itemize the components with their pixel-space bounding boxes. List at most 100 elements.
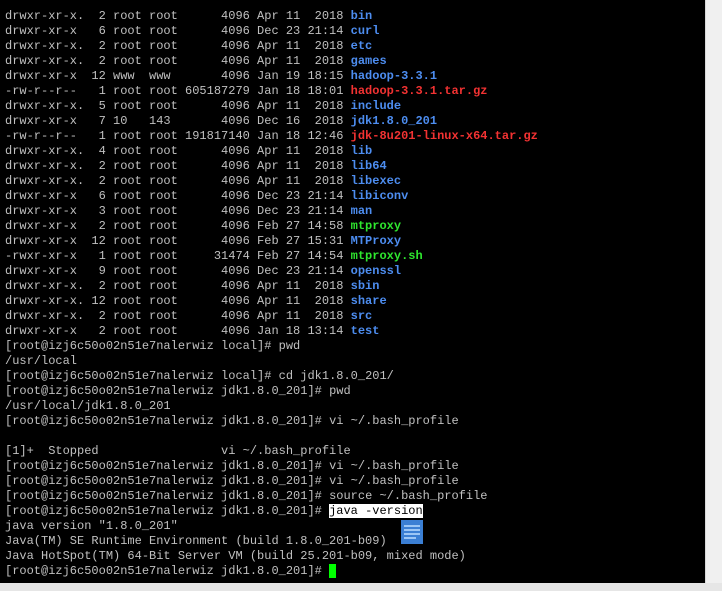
listing-name: include: [350, 99, 402, 113]
line-text: cd jdk1.8.0_201/: [278, 369, 394, 383]
listing-meta: drwxr-xr-x. 2 root root 4096 Apr 11 2018: [5, 9, 351, 23]
output-line: Java HotSpot(TM) 64-Bit Server VM (build…: [5, 549, 538, 564]
command-line: [root@izj6c50o02n51e7nalerwiz jdk1.8.0_2…: [5, 459, 538, 474]
document-icon: [401, 520, 423, 544]
command-line: [root@izj6c50o02n51e7nalerwiz jdk1.8.0_2…: [5, 474, 538, 489]
listing-name: lib: [350, 144, 373, 158]
listing-meta: -rw-r--r-- 1 root root 605187279 Jan 18 …: [5, 84, 351, 98]
shell-prompt: [root@izj6c50o02n51e7nalerwiz jdk1.8.0_2…: [5, 384, 330, 398]
listing-row: drwxr-xr-x. 2 root root 4096 Apr 11 2018…: [5, 309, 538, 324]
listing-name: libexec: [350, 174, 402, 188]
listing-meta: drwxr-xr-x 3 root root 4096 Dec 23 21:14: [5, 204, 351, 218]
line-text: vi ~/.bash_profile: [329, 459, 459, 473]
listing-name: man: [350, 204, 373, 218]
selected-command: java -version: [329, 504, 423, 518]
listing-name: openssl: [350, 264, 402, 278]
command-line: [root@izj6c50o02n51e7nalerwiz local]# pw…: [5, 339, 538, 354]
command-line: [root@izj6c50o02n51e7nalerwiz jdk1.8.0_2…: [5, 384, 538, 399]
listing-row: -rw-r--r-- 1 root root 605187279 Jan 18 …: [5, 84, 538, 99]
listing-name: src: [350, 309, 373, 323]
listing-row: -rwxr-xr-x 1 root root 31474 Feb 27 14:5…: [5, 249, 538, 264]
listing-meta: -rw-r--r-- 1 root root 191817140 Jan 18 …: [5, 129, 351, 143]
shell-prompt: [root@izj6c50o02n51e7nalerwiz jdk1.8.0_2…: [5, 489, 330, 503]
listing-row: drwxr-xr-x 6 root root 4096 Dec 23 21:14…: [5, 24, 538, 39]
shell-prompt: [root@izj6c50o02n51e7nalerwiz jdk1.8.0_2…: [5, 504, 330, 518]
line-text: /usr/local/jdk1.8.0_201: [5, 399, 171, 413]
listing-row: drwxr-xr-x 12 www www 4096 Jan 19 18:15 …: [5, 69, 538, 84]
listing-name: games: [350, 54, 387, 68]
listing-name: hadoop-3.3.1: [350, 69, 438, 83]
output-line: Java(TM) SE Runtime Environment (build 1…: [5, 534, 538, 549]
listing-meta: drwxr-xr-x. 5 root root 4096 Apr 11 2018: [5, 99, 351, 113]
listing-row: drwxr-xr-x. 2 root root 4096 Apr 11 2018…: [5, 9, 538, 24]
listing-name: jdk1.8.0_201: [350, 114, 438, 128]
listing-meta: drwxr-xr-x 6 root root 4096 Dec 23 21:14: [5, 189, 351, 203]
line-text: vi ~/.bash_profile: [329, 474, 459, 488]
listing-row: drwxr-xr-x 2 root root 4096 Jan 18 13:14…: [5, 324, 538, 339]
bottom-edge: [0, 583, 722, 591]
listing-row: drwxr-xr-x 3 root root 4096 Dec 23 21:14…: [5, 204, 538, 219]
line-text: java version "1.8.0_201": [5, 519, 178, 533]
line-text: Java HotSpot(TM) 64-Bit Server VM (build…: [5, 549, 466, 563]
listing-row: -rw-r--r-- 1 root root 191817140 Jan 18 …: [5, 129, 538, 144]
listing-meta: drwxr-xr-x 7 10 143 4096 Dec 16 2018: [5, 114, 351, 128]
listing-row: drwxr-xr-x. 12 root root 4096 Apr 11 201…: [5, 294, 538, 309]
listing-row: drwxr-xr-x 2 root root 4096 Feb 27 14:58…: [5, 219, 538, 234]
output-line: [1]+ Stopped vi ~/.bash_profile: [5, 444, 538, 459]
command-line: [root@izj6c50o02n51e7nalerwiz jdk1.8.0_2…: [5, 414, 538, 429]
listing-name: mtproxy: [350, 219, 402, 233]
terminal-output[interactable]: drwxr-xr-x. 2 root root 4096 Apr 11 2018…: [0, 0, 705, 583]
listing-name: share: [350, 294, 387, 308]
listing-name: MTProxy: [350, 234, 402, 248]
command-line: [root@izj6c50o02n51e7nalerwiz jdk1.8.0_2…: [5, 489, 538, 504]
listing-meta: drwxr-xr-x. 4 root root 4096 Apr 11 2018: [5, 144, 351, 158]
output-line: /usr/local: [5, 354, 538, 369]
listing-name: libiconv: [350, 189, 409, 203]
listing-row: drwxr-xr-x. 2 root root 4096 Apr 11 2018…: [5, 174, 538, 189]
listing-meta: drwxr-xr-x. 2 root root 4096 Apr 11 2018: [5, 174, 351, 188]
listing-name: etc: [350, 39, 373, 53]
listing-meta: drwxr-xr-x 2 root root 4096 Jan 18 13:14: [5, 324, 351, 338]
command-line: [root@izj6c50o02n51e7nalerwiz jdk1.8.0_2…: [5, 564, 538, 579]
listing-row: drwxr-xr-x 7 10 143 4096 Dec 16 2018 jdk…: [5, 114, 538, 129]
listing-row: drwxr-xr-x 12 root root 4096 Feb 27 15:3…: [5, 234, 538, 249]
shell-prompt: [root@izj6c50o02n51e7nalerwiz jdk1.8.0_2…: [5, 564, 330, 578]
output-line: /usr/local/jdk1.8.0_201: [5, 399, 538, 414]
listing-meta: drwxr-xr-x. 2 root root 4096 Apr 11 2018: [5, 309, 351, 323]
terminal-lines: drwxr-xr-x. 2 root root 4096 Apr 11 2018…: [5, 9, 538, 579]
listing-row: drwxr-xr-x. 2 root root 4096 Apr 11 2018…: [5, 279, 538, 294]
listing-name: test: [350, 324, 380, 338]
line-text: /usr/local: [5, 354, 78, 368]
terminal-window: drwxr-xr-x. 2 root root 4096 Apr 11 2018…: [0, 0, 722, 591]
line-text: source ~/.bash_profile: [329, 489, 488, 503]
listing-meta: drwxr-xr-x 2 root root 4096 Feb 27 14:58: [5, 219, 351, 233]
listing-meta: drwxr-xr-x. 12 root root 4096 Apr 11 201…: [5, 294, 351, 308]
vertical-scrollbar[interactable]: [705, 0, 722, 583]
listing-meta: drwxr-xr-x. 2 root root 4096 Apr 11 2018: [5, 54, 351, 68]
listing-row: drwxr-xr-x. 4 root root 4096 Apr 11 2018…: [5, 144, 538, 159]
listing-name: bin: [350, 9, 373, 23]
line-text: vi ~/.bash_profile: [329, 414, 459, 428]
listing-meta: drwxr-xr-x 6 root root 4096 Dec 23 21:14: [5, 24, 351, 38]
listing-name: sbin: [350, 279, 380, 293]
terminal-cursor: [329, 564, 337, 578]
command-line: [root@izj6c50o02n51e7nalerwiz jdk1.8.0_2…: [5, 504, 538, 519]
line-text: Java(TM) SE Runtime Environment (build 1…: [5, 534, 387, 548]
shell-prompt: [root@izj6c50o02n51e7nalerwiz local]#: [5, 369, 279, 383]
listing-meta: -rwxr-xr-x 1 root root 31474 Feb 27 14:5…: [5, 249, 351, 263]
listing-meta: drwxr-xr-x. 2 root root 4096 Apr 11 2018: [5, 279, 351, 293]
listing-row: drwxr-xr-x. 2 root root 4096 Apr 11 2018…: [5, 54, 538, 69]
listing-row: drwxr-xr-x 9 root root 4096 Dec 23 21:14…: [5, 264, 538, 279]
listing-row: drwxr-xr-x 6 root root 4096 Dec 23 21:14…: [5, 189, 538, 204]
shell-prompt: [root@izj6c50o02n51e7nalerwiz jdk1.8.0_2…: [5, 474, 330, 488]
listing-name: mtproxy.sh: [350, 249, 423, 263]
shell-prompt: [root@izj6c50o02n51e7nalerwiz jdk1.8.0_2…: [5, 414, 330, 428]
command-line: [root@izj6c50o02n51e7nalerwiz local]# cd…: [5, 369, 538, 384]
line-text: [1]+ Stopped vi ~/.bash_profile: [5, 444, 351, 458]
listing-name: jdk-8u201-linux-x64.tar.gz: [350, 129, 538, 143]
listing-meta: drwxr-xr-x 12 www www 4096 Jan 19 18:15: [5, 69, 351, 83]
listing-meta: drwxr-xr-x 12 root root 4096 Feb 27 15:3…: [5, 234, 351, 248]
output-line: java version "1.8.0_201": [5, 519, 538, 534]
listing-row: drwxr-xr-x. 5 root root 4096 Apr 11 2018…: [5, 99, 538, 114]
